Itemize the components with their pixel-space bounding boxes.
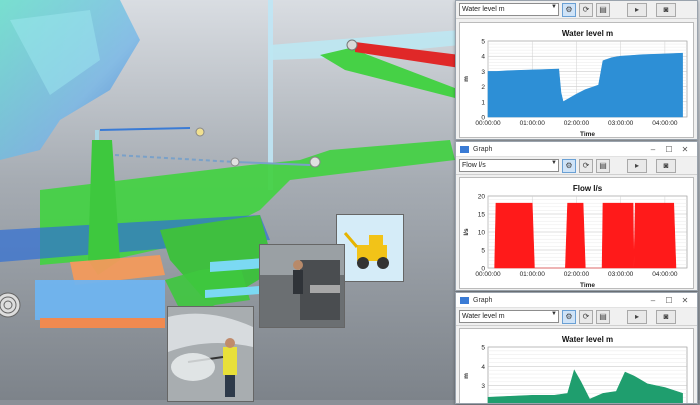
x-tick-label: 03:00:00	[608, 271, 634, 278]
refresh-icon[interactable]: ⟳	[579, 309, 593, 324]
camera-icon[interactable]: ◙	[656, 2, 676, 17]
chevron-down-icon: ▼	[551, 4, 557, 10]
x-axis-label: Time	[580, 282, 595, 288]
y-axis-label: l/s	[463, 228, 470, 236]
chart-title: Water level m	[562, 29, 613, 38]
graph-window-water-level-2[interactable]: Graph – ☐ ✕ Water level m ▼ ⚙ ⟳ ▤ ▸ ◙ Wa…	[455, 292, 698, 404]
y-tick-label: 1	[481, 99, 485, 106]
chart-title: Flow l/s	[573, 184, 603, 193]
y-tick-label: 2	[481, 84, 485, 91]
photo-loader-machine	[336, 214, 404, 282]
y-tick-label: 3	[481, 69, 485, 76]
series-select-value: Water level m	[462, 313, 505, 320]
graph-toolbar: Flow l/s ▼ ⚙ ⟳ ▤ ▸ ◙	[456, 157, 697, 175]
vertical-pipe	[268, 0, 273, 190]
x-tick-label: 04:00:00	[652, 271, 678, 278]
chart-panel: Water level m 0 1 2 3 4 5 00:00:00 01:00:00 02:00…	[459, 22, 694, 138]
chart-panel: Flow l/s 0 5 10 15 20 00:00:00 01:00:00 02:00:00…	[459, 177, 694, 289]
camera-icon[interactable]: ◙	[656, 158, 676, 173]
y-tick-label: 2	[481, 403, 485, 405]
graph-toolbar: Water level m ▼ ⚙ ⟳ ▤ ▸ ◙	[456, 308, 697, 326]
maximize-icon[interactable]: ☐	[661, 296, 677, 305]
export-icon[interactable]: ▸	[627, 158, 647, 173]
window-titlebar[interactable]: Graph – ☐ ✕	[456, 142, 697, 157]
window-titlebar[interactable]: Graph – ☐ ✕	[456, 293, 697, 308]
y-tick-label: 20	[478, 194, 486, 201]
x-tick-label: 01:00:00	[520, 271, 546, 278]
maximize-icon[interactable]: ☐	[661, 145, 677, 154]
window-title: Graph	[473, 296, 493, 304]
settings-icon[interactable]: ⚙	[562, 158, 576, 173]
x-tick-label: 04:00:00	[652, 120, 678, 127]
y-tick-label: 4	[481, 364, 485, 371]
export-icon[interactable]: ▸	[627, 309, 647, 324]
table-icon[interactable]: ▤	[596, 2, 610, 17]
graph-toolbar: Water level m ▼ ⚙ ⟳ ▤ ▸ ◙	[456, 1, 697, 19]
chart-panel: Water level m 2 3 4 5 m	[459, 328, 694, 405]
series-select[interactable]: Flow l/s ▼	[459, 159, 559, 172]
refresh-icon[interactable]: ⟳	[579, 158, 593, 173]
table-icon[interactable]: ▤	[596, 158, 610, 173]
close-icon[interactable]: ✕	[677, 296, 693, 305]
y-axis-label: m	[463, 76, 470, 82]
x-tick-label: 00:00:00	[475, 271, 501, 278]
photo-worker-rig	[259, 244, 345, 328]
chart-title: Water level m	[562, 335, 613, 344]
y-tick-label: 4	[481, 54, 485, 61]
minimize-icon[interactable]: –	[645, 296, 661, 305]
export-icon[interactable]: ▸	[627, 2, 647, 17]
x-tick-label: 02:00:00	[564, 271, 590, 278]
water-level-chart: Water level m01234500:00:00 01:00:00 02:00…	[463, 29, 688, 137]
window-title: Graph	[473, 145, 493, 153]
graph-window-flow[interactable]: Graph – ☐ ✕ Flow l/s ▼ ⚙ ⟳ ▤ ▸ ◙ Flow l/…	[455, 141, 698, 291]
series-select[interactable]: Water level m ▼	[459, 3, 559, 16]
chevron-down-icon: ▼	[551, 311, 557, 317]
y-tick-label: 3	[481, 383, 485, 390]
series-select-value: Water level m	[462, 6, 505, 13]
y-tick-label: 15	[478, 212, 486, 219]
y-tick-label: 5	[481, 345, 485, 352]
y-tick-label: 10	[478, 230, 486, 237]
blue-tank	[35, 280, 165, 320]
water-level-chart-2: Water level m 2 3 4 5 m	[463, 335, 688, 405]
series-select[interactable]: Water level m ▼	[459, 310, 559, 323]
camera-icon[interactable]: ◙	[656, 309, 676, 324]
y-tick-label: 5	[481, 248, 485, 255]
chevron-down-icon: ▼	[551, 160, 557, 166]
refresh-icon[interactable]: ⟳	[579, 2, 593, 17]
graph-app-icon	[460, 296, 469, 304]
x-tick-label: 00:00:00	[475, 120, 501, 127]
x-tick-label: 03:00:00	[608, 120, 634, 127]
graph-window-water-level[interactable]: Water level m ▼ ⚙ ⟳ ▤ ▸ ◙ Water level m 0…	[455, 0, 698, 140]
y-axis-label: m	[463, 373, 470, 379]
close-icon[interactable]: ✕	[677, 145, 693, 154]
y-tick-label: 5	[481, 39, 485, 46]
minimize-icon[interactable]: –	[645, 145, 661, 154]
x-tick-label: 02:00:00	[564, 120, 590, 127]
x-axis-label: Time	[580, 131, 595, 137]
flow-chart: Flow l/s0510152000:00:00 01:00:00 02:00:00…	[463, 184, 688, 288]
series-select-value: Flow l/s	[462, 162, 486, 169]
graph-app-icon	[460, 145, 469, 153]
table-icon[interactable]: ▤	[596, 309, 610, 324]
photo-worker-wall	[167, 306, 254, 402]
settings-icon[interactable]: ⚙	[562, 2, 576, 17]
x-tick-label: 01:00:00	[520, 120, 546, 127]
settings-icon[interactable]: ⚙	[562, 309, 576, 324]
